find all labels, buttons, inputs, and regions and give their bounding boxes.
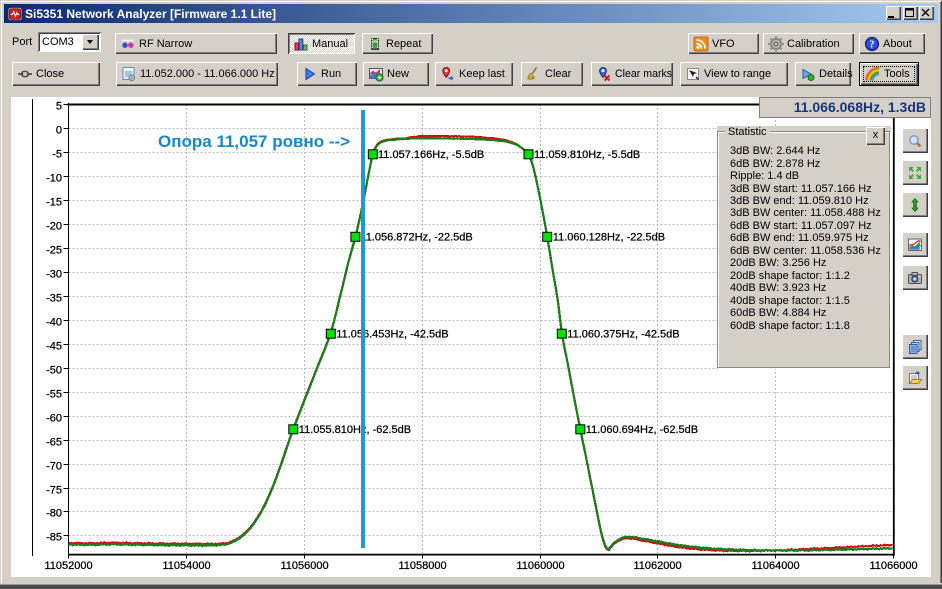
svg-text:11060000: 11060000 [516, 560, 564, 572]
svg-text:11.056.453Hz, -42.5dB: 11.056.453Hz, -42.5dB [336, 329, 448, 341]
svg-text:-20: -20 [46, 221, 62, 233]
svg-text:-80: -80 [46, 508, 62, 520]
svg-text:-70: -70 [46, 461, 62, 473]
svg-text:11.056.872Hz, -22.5dB: 11.056.872Hz, -22.5dB [360, 232, 472, 244]
svg-text:-75: -75 [46, 485, 62, 497]
svg-text:11.060.128Hz, -22.5dB: 11.060.128Hz, -22.5dB [553, 232, 665, 244]
svg-text:11052000: 11052000 [44, 560, 92, 572]
svg-text:-25: -25 [46, 245, 62, 257]
svg-text:-55: -55 [46, 389, 62, 401]
svg-text:11064000: 11064000 [751, 560, 799, 572]
svg-text:-60: -60 [46, 413, 62, 425]
svg-text:-35: -35 [46, 293, 62, 305]
svg-text:-40: -40 [46, 317, 62, 329]
svg-text:11058000: 11058000 [398, 560, 446, 572]
svg-text:11.059.810Hz, -5.5dB: 11.059.810Hz, -5.5dB [534, 149, 640, 161]
svg-text:-65: -65 [46, 437, 62, 449]
svg-text:-50: -50 [46, 365, 62, 377]
svg-text:-30: -30 [46, 269, 62, 281]
svg-text:11066000: 11066000 [869, 560, 917, 572]
svg-text:5: 5 [56, 101, 62, 113]
svg-text:-5: -5 [52, 149, 62, 161]
svg-text:11.057.166Hz, -5.5dB: 11.057.166Hz, -5.5dB [378, 149, 484, 161]
svg-text:-45: -45 [46, 341, 62, 353]
svg-text:11.055.810Hz, -62.5dB: 11.055.810Hz, -62.5dB [299, 424, 411, 436]
svg-text:-10: -10 [46, 173, 62, 185]
svg-text:-15: -15 [46, 197, 62, 209]
svg-text:11056000: 11056000 [280, 560, 328, 572]
svg-text:11.060.375Hz, -42.5dB: 11.060.375Hz, -42.5dB [567, 329, 679, 341]
svg-text:11062000: 11062000 [633, 560, 681, 572]
svg-text:11.060.694Hz, -62.5dB: 11.060.694Hz, -62.5dB [586, 424, 698, 436]
svg-text:Опора 11,057 ровно -->: Опора 11,057 ровно --> [158, 132, 350, 151]
svg-text:11054000: 11054000 [162, 560, 210, 572]
svg-text:0: 0 [56, 125, 62, 137]
svg-text:-85: -85 [46, 532, 62, 544]
svg-text:?: ? [869, 39, 874, 50]
